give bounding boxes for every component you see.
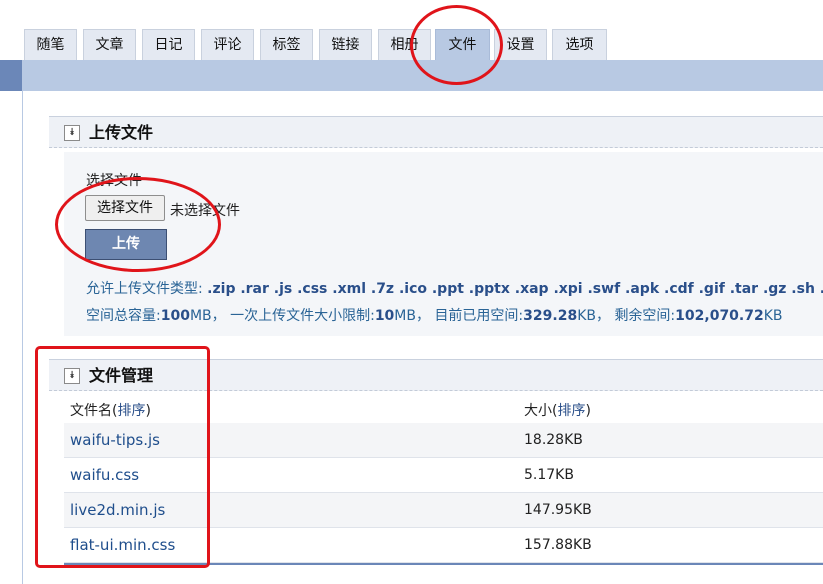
sort-by-size-link[interactable]: 排序 (557, 403, 585, 419)
tab-diary[interactable]: 日记 (142, 29, 195, 60)
total-space-unit: MB， (189, 308, 226, 324)
double-chevron-down-icon[interactable]: ⯯ (64, 125, 80, 141)
remaining-space-value: 102,070.72 (675, 308, 764, 324)
remaining-space-label: 剩余空间: (614, 308, 676, 324)
column-size-label: 大小( (524, 403, 558, 419)
column-size: 大小(排序) (524, 400, 591, 420)
tab-posts[interactable]: 随笔 (24, 29, 77, 60)
used-space-label: 目前已用空间: (434, 308, 524, 324)
tab-articles[interactable]: 文章 (83, 29, 136, 60)
tab-comments[interactable]: 评论 (201, 29, 254, 60)
quota-line: 空间总容量:100MB， 一次上传文件大小限制:10MB， 目前已用空间:329… (86, 305, 783, 325)
upload-section-title: 上传文件 (89, 123, 154, 142)
used-space-value: 329.28 (523, 308, 578, 324)
used-space-unit: KB， (577, 308, 610, 324)
allowed-types-line: 允许上传文件类型: .zip .rar .js .css .xml .7z .i… (86, 278, 823, 298)
allowed-types-list: .zip .rar .js .css .xml .7z .ico .ppt .p… (207, 281, 823, 297)
single-limit-label: 一次上传文件大小限制: (230, 308, 375, 324)
annotation-circle-upload (55, 177, 221, 272)
left-divider (22, 91, 23, 584)
column-size-close: ) (585, 403, 591, 419)
remaining-space-unit: KB (763, 308, 783, 324)
tab-tags[interactable]: 标签 (260, 29, 313, 60)
allowed-types-label: 允许上传文件类型: (86, 281, 203, 297)
band-left-accent (0, 60, 22, 91)
annotation-box-file-list (35, 346, 210, 568)
upload-section-header: ⯯ 上传文件 (49, 116, 823, 148)
file-size: 5.17KB (524, 467, 574, 483)
annotation-circle-files-tab (410, 5, 503, 85)
tab-links[interactable]: 链接 (319, 29, 372, 60)
file-size: 18.28KB (524, 432, 583, 448)
single-limit-unit: MB， (394, 308, 430, 324)
total-space-label: 空间总容量: (86, 308, 161, 324)
single-limit-value: 10 (374, 308, 395, 324)
tab-options[interactable]: 选项 (552, 29, 607, 60)
file-size: 157.88KB (524, 537, 592, 553)
tab-content-band (0, 60, 823, 91)
total-space-value: 100 (160, 308, 190, 324)
file-size: 147.95KB (524, 502, 592, 518)
